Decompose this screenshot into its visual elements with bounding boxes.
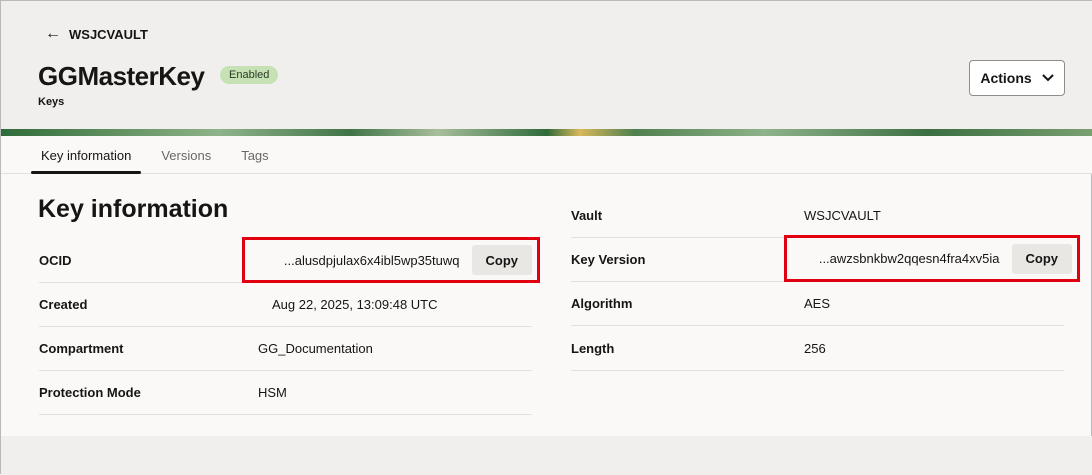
algorithm-label: Algorithm xyxy=(571,296,633,311)
actions-label: Actions xyxy=(980,70,1032,86)
tab-key-information[interactable]: Key information xyxy=(31,136,142,174)
back-label: WSJCVAULT xyxy=(69,26,148,42)
created-value: Aug 22, 2025, 13:09:48 UTC xyxy=(272,297,438,312)
tab-versions[interactable]: Versions xyxy=(151,136,221,173)
protection-mode-label: Protection Mode xyxy=(39,385,141,400)
back-link[interactable]: ← WSJCVAULT xyxy=(45,25,148,43)
ocid-value: ...alusdpjulax6x4ibl5wp35tuwq xyxy=(283,252,460,268)
key-version-label: Key Version xyxy=(571,252,646,267)
algorithm-value: AES xyxy=(804,296,831,311)
arrow-left-icon: ← xyxy=(45,25,61,42)
page-subtitle: Keys xyxy=(38,96,65,108)
vault-value[interactable]: WSJCVAULT xyxy=(804,208,881,223)
chevron-down-icon xyxy=(1041,74,1054,82)
decorative-banner xyxy=(1,129,1092,136)
compartment-label: Compartment xyxy=(39,341,124,356)
page-title: GGMasterKey xyxy=(38,61,205,91)
page-header: ← WSJCVAULT GGMasterKey Enabled Keys Acti… xyxy=(1,1,1092,129)
tab-tags[interactable]: Tags xyxy=(231,136,278,173)
page-footer xyxy=(1,436,1092,475)
length-label: Length xyxy=(571,341,615,356)
status-badge: Enabled xyxy=(220,66,279,84)
length-value: 256 xyxy=(804,341,826,356)
created-label: Created xyxy=(39,297,88,312)
compartment-value[interactable]: GG_Documentation xyxy=(258,341,373,356)
actions-button[interactable]: Actions xyxy=(969,60,1065,96)
ocid-label: OCID xyxy=(39,253,72,268)
section-title: Key information xyxy=(38,195,229,223)
created-row: Created Aug 22, 2025, 13:09:48 UTC xyxy=(39,283,532,327)
vault-label: Vault xyxy=(571,208,603,223)
algorithm-row: Algorithm AES xyxy=(571,282,1064,326)
key-version-highlight: ...awzsbnkbw2qqesn4fra4xv5ia Copy xyxy=(784,235,1080,282)
ocid-highlight: ...alusdpjulax6x4ibl5wp35tuwq Copy xyxy=(242,237,540,283)
vault-row: Vault WSJCVAULT xyxy=(571,194,1064,238)
protection-mode-row: Protection Mode HSM xyxy=(39,371,532,415)
key-version-value: ...awzsbnkbw2qqesn4fra4xv5ia xyxy=(818,251,1000,266)
copy-key-version-button[interactable]: Copy xyxy=(1011,243,1072,274)
length-row: Length 256 xyxy=(571,327,1064,371)
tab-bar: Key information Versions Tags xyxy=(1,136,1092,174)
copy-ocid-button[interactable]: Copy xyxy=(471,245,532,275)
protection-mode-value: HSM xyxy=(258,385,287,400)
compartment-row: Compartment GG_Documentation xyxy=(39,327,532,371)
